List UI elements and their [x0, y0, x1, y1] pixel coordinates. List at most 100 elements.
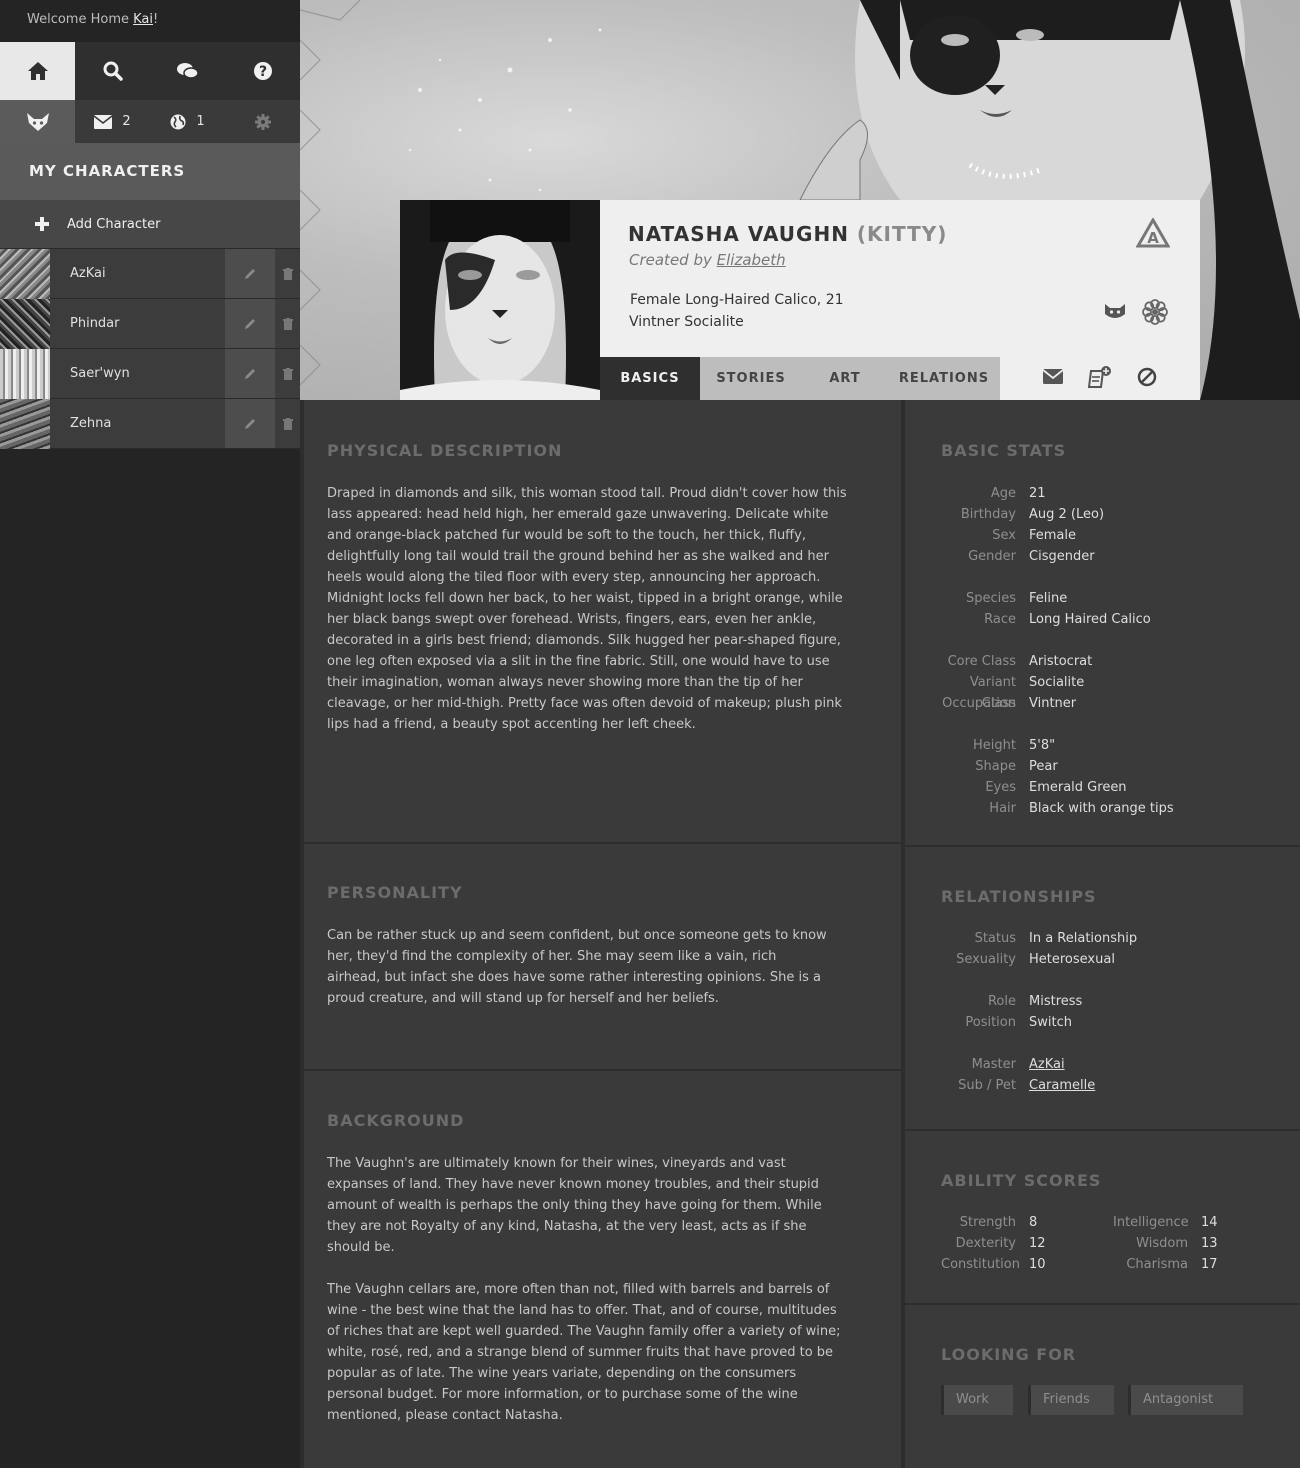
edit-character-button[interactable]	[225, 299, 275, 348]
stat-label: Sexuality	[956, 952, 1016, 967]
add-character-button[interactable]: Add Character	[0, 200, 300, 249]
search-button[interactable]	[75, 42, 150, 100]
tag-antagonist[interactable]: Antagonist	[1128, 1385, 1243, 1415]
character-row[interactable]: AzKai	[0, 249, 300, 299]
stat-label: Occupation	[942, 696, 1016, 711]
stat-label: Core Class	[947, 654, 1016, 669]
stat-label: Strength	[959, 1215, 1016, 1230]
character-thumbnail[interactable]	[0, 249, 50, 299]
world-button[interactable]: 1	[150, 100, 225, 143]
stat-value: Aug 2 (Leo)	[1029, 507, 1105, 522]
messages-count: 2	[122, 114, 131, 129]
stat-value: Feline	[1029, 591, 1068, 606]
welcome-suffix: !	[153, 12, 159, 27]
tab-stories[interactable]: STORIES	[700, 357, 802, 400]
block-button[interactable]	[1137, 367, 1157, 391]
tab-relations[interactable]: RELATIONS	[888, 357, 1000, 400]
character-name[interactable]: Zehna	[50, 399, 225, 448]
stat-hair: Hair Black with orange tips	[941, 798, 1174, 819]
stat-value: Pear	[1029, 759, 1058, 774]
character-name[interactable]: Phindar	[50, 299, 225, 348]
add-note-button[interactable]	[1087, 365, 1112, 393]
master-link[interactable]: AzKai	[1029, 1057, 1065, 1072]
block-icon	[1138, 367, 1157, 386]
stat-label: Intelligence	[1113, 1215, 1189, 1230]
looking-for-title: LOOKING FOR	[941, 1345, 1077, 1364]
sub-pet-link[interactable]: Caramelle	[1029, 1078, 1095, 1093]
help-button[interactable]: ?	[225, 42, 300, 100]
creator-link[interactable]: Elizabeth	[717, 251, 786, 269]
delete-character-button[interactable]	[275, 249, 300, 298]
pencil-icon	[244, 269, 255, 279]
alignment-badge[interactable]	[1142, 299, 1168, 329]
delete-character-button[interactable]	[275, 349, 300, 398]
home-button[interactable]	[0, 42, 75, 100]
delete-character-button[interactable]	[275, 299, 300, 348]
character-row[interactable]: Phindar	[0, 299, 300, 349]
stat-age: Age 21	[941, 483, 1174, 504]
stat-shape: Shape Pear	[941, 756, 1174, 777]
ability-dexterity: Dexterity 12	[941, 1233, 1046, 1254]
species-badge[interactable]	[1104, 302, 1126, 324]
character-list: AzKai Phindar Saer'wyn Zehna	[0, 249, 300, 449]
character-portrait[interactable]	[400, 200, 600, 400]
globe-icon	[170, 114, 186, 129]
stat-value: 14	[1201, 1215, 1218, 1230]
profile-card: NATASHA VAUGHN (KITTY) Created by Elizab…	[600, 200, 1200, 357]
rel-position: Position Switch	[941, 1012, 1137, 1033]
profile-actions	[1000, 357, 1200, 400]
rank-badge[interactable]: A	[1135, 216, 1171, 252]
stat-label: Master	[971, 1057, 1016, 1072]
cat-icon	[1105, 304, 1125, 318]
settings-button[interactable]	[225, 100, 300, 143]
chat-button[interactable]	[150, 42, 225, 100]
delete-character-button[interactable]	[275, 399, 300, 448]
tab-art[interactable]: ART	[802, 357, 888, 400]
stat-value: 13	[1201, 1236, 1218, 1251]
character-avatar-button[interactable]	[0, 100, 75, 143]
tag-work[interactable]: Work	[941, 1385, 1013, 1415]
stat-label: Charisma	[1126, 1257, 1188, 1272]
stat-gender: Gender Cisgender	[941, 546, 1174, 567]
rel-master: Master AzKai	[941, 1054, 1137, 1075]
welcome-prefix: Welcome Home	[27, 12, 134, 27]
relationships-list: Status In a Relationship Sexuality Heteros…	[941, 928, 1137, 1096]
character-row[interactable]: Zehna	[0, 399, 300, 449]
stat-value: 21	[1029, 486, 1046, 501]
stat-value: Black with orange tips	[1029, 801, 1174, 816]
username-link[interactable]: Kai	[133, 12, 153, 27]
stat-label: Sex	[992, 528, 1016, 543]
character-thumbnail[interactable]	[0, 349, 50, 399]
message-character-button[interactable]	[1042, 369, 1064, 388]
ability-scores-right: Intelligence 14 Wisdom 13 Charisma 17	[1113, 1212, 1218, 1275]
flower-icon	[1142, 299, 1168, 325]
ability-scores-title: ABILITY SCORES	[941, 1171, 1102, 1190]
stat-value: Switch	[1029, 1015, 1072, 1030]
character-thumbnail[interactable]	[0, 299, 50, 349]
stat-occupation: Occupation Vintner	[941, 693, 1174, 714]
rel-role: Role Mistress	[941, 991, 1137, 1012]
edit-character-button[interactable]	[225, 399, 275, 448]
personality-panel: PERSONALITY Can be rather stuck up and s…	[300, 844, 901, 1069]
ability-wisdom: Wisdom 13	[1113, 1233, 1218, 1254]
edit-character-button[interactable]	[225, 249, 275, 298]
basic-stats-list: Age 21 Birthday Aug 2 (Leo) Sex Female Gend…	[941, 483, 1174, 819]
help-icon: ?	[253, 62, 272, 80]
character-name[interactable]: AzKai	[50, 249, 225, 298]
character-name-text: NATASHA VAUGHN	[628, 222, 849, 246]
stat-label: Height	[973, 738, 1016, 753]
stat-label: Status	[974, 931, 1016, 946]
relationships-panel: RELATIONSHIPS Status In a Relationship Se…	[901, 847, 1300, 1129]
stat-value: 8	[1029, 1215, 1038, 1230]
edit-character-button[interactable]	[225, 349, 275, 398]
ability-scores-panel: ABILITY SCORES Strength 8 Dexterity 12 Con…	[901, 1131, 1300, 1303]
tab-basics[interactable]: BASICS	[600, 357, 700, 400]
looking-for-panel: LOOKING FOR Work Friends Antagonist	[901, 1305, 1300, 1468]
character-thumbnail[interactable]	[0, 399, 50, 449]
tag-friends[interactable]: Friends	[1028, 1385, 1114, 1415]
character-row[interactable]: Saer'wyn	[0, 349, 300, 399]
messages-button[interactable]: 2	[75, 100, 150, 143]
rel-sub-pet: Sub / Pet Caramelle	[941, 1075, 1137, 1096]
character-name[interactable]: Saer'wyn	[50, 349, 225, 398]
background-paragraph-2: The Vaughn cellars are, more often than …	[327, 1282, 841, 1423]
